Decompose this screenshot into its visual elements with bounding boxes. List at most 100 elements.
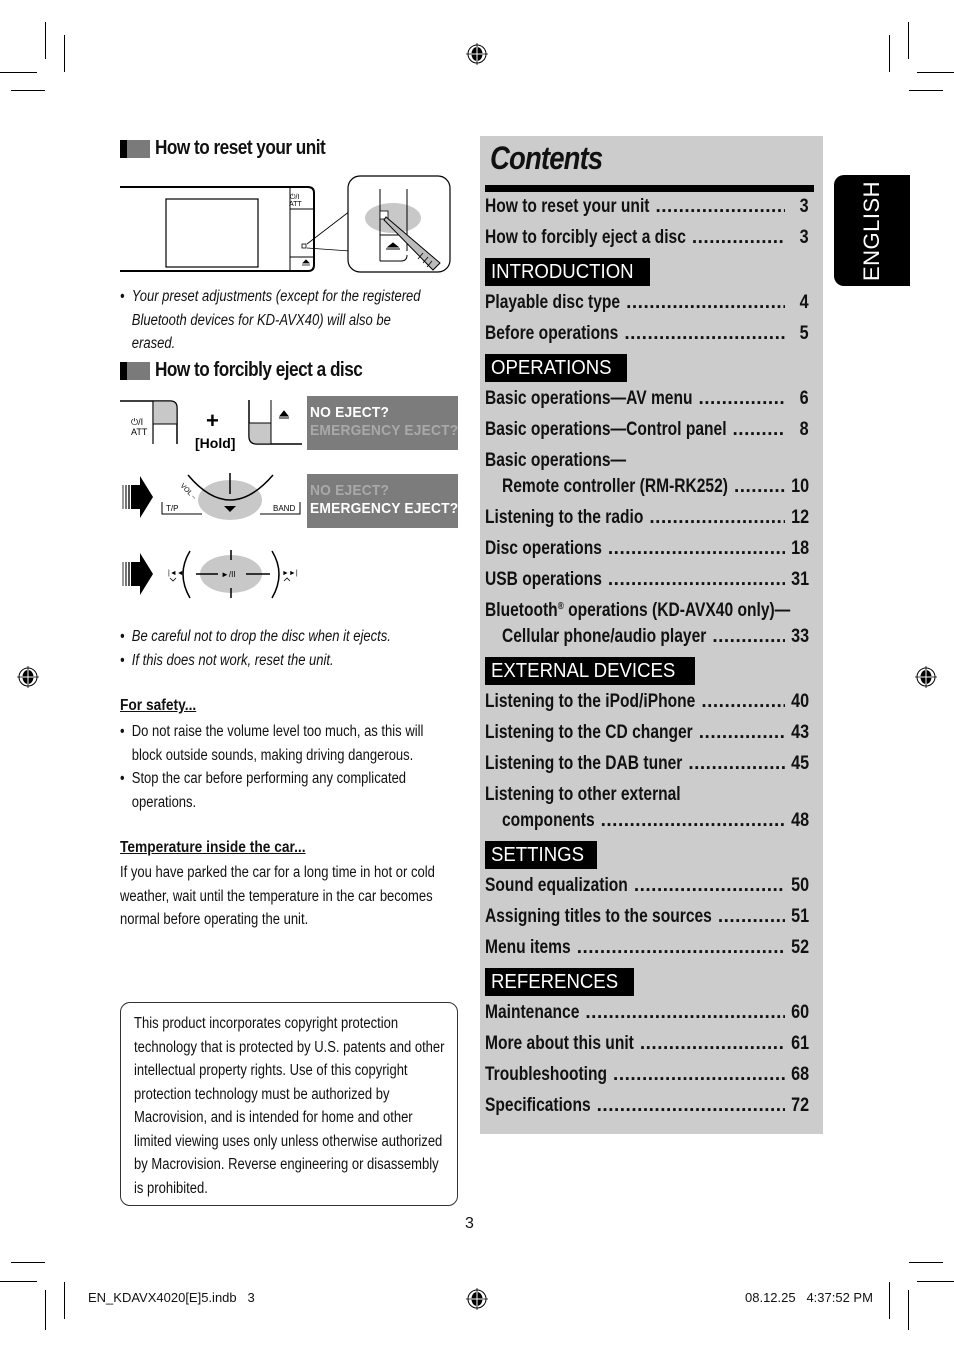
toc-leader-dots: ........................................… [585, 1002, 785, 1023]
toc-page-number: 5 [800, 323, 809, 344]
reset-note: Your preset adjustments (except for the … [120, 285, 431, 356]
toc-entry-label: Disc operations [485, 538, 602, 559]
eject-note: Be careful not to drop the disc when it … [120, 625, 464, 649]
toc-page-number: 10 [791, 476, 809, 497]
toc-page-number: 6 [800, 388, 809, 409]
toc-leader-dots: ........................................… [600, 810, 785, 831]
toc-page-number: 40 [791, 691, 809, 712]
copyright-notice: This product incorporates copyright prot… [120, 1002, 458, 1206]
play-pause-label: ►/II [221, 570, 236, 579]
reset-section-heading: How to reset your unit [120, 137, 353, 160]
copyright-notice-text: This product incorporates copyright prot… [134, 1015, 445, 1197]
toc-entry-label: Before operations [485, 323, 619, 344]
registration-mark-bottom [466, 1288, 488, 1310]
toc-entry[interactable]: Sound equalization......................… [485, 875, 815, 901]
toc-entry[interactable]: Bluetooth® operations (KD-AVX40 only)— [485, 600, 815, 626]
att-label: ATT [289, 201, 302, 208]
eject-step3-illustration: ►/II |◄◄ ►►| [122, 550, 298, 599]
toc-entry[interactable]: Playable disc type......................… [485, 292, 815, 318]
toc-entry[interactable]: Listening to other external [485, 784, 815, 810]
toc-entry[interactable]: More about this unit....................… [485, 1033, 815, 1059]
toc-page-number: 68 [791, 1064, 809, 1085]
page-number: 3 [465, 1215, 474, 1232]
toc-entry[interactable]: Before operations.......................… [485, 323, 815, 349]
safety-note: Do not raise the volume level too much, … [120, 720, 443, 767]
toc-entry-continuation[interactable]: Remote controller (RM-RK252)............… [485, 476, 815, 502]
contents-title: Contents [490, 140, 603, 176]
toc-entry-label: How to forcibly eject a disc [485, 227, 686, 248]
toc-entry-label: components [502, 810, 595, 831]
toc-leader-dots: ........................................… [607, 538, 785, 559]
toc-entry[interactable]: Menu items..............................… [485, 937, 815, 963]
toc-page-number: 8 [800, 419, 809, 440]
toc-entry-label: Basic operations— [485, 450, 627, 471]
toc-entry-label: Remote controller (RM-RK252) [502, 476, 728, 497]
toc-entry[interactable]: Maintenance.............................… [485, 1002, 815, 1028]
toc-entry[interactable]: Listening to the DAB tuner..............… [485, 753, 815, 779]
toc-leader-dots: ........................................… [613, 1064, 785, 1085]
contents-rule [485, 185, 814, 192]
lcd-display-step1: NO EJECT? EMERGENCY EJECT? [307, 396, 458, 450]
footer-timestamp: 08.12.25 4:37:52 PM [745, 1290, 873, 1305]
toc-leader-dots: ........................................… [732, 419, 785, 440]
registration-mark-left [17, 666, 39, 688]
language-tab: ENGLISH [834, 175, 910, 286]
toc-entry-label: Basic operations—Control panel [485, 419, 727, 440]
toc-section-heading: OPERATIONS [485, 354, 627, 382]
arrow-right-icon [122, 553, 153, 595]
toc-entry[interactable]: Listening to the iPod/iPhone............… [485, 691, 815, 717]
toc-leader-dots: ........................................… [691, 227, 785, 248]
toc-page-number: 61 [791, 1033, 809, 1054]
toc-entry-label: Cellular phone/audio player [502, 626, 707, 647]
toc-leader-dots: ........................................… [733, 476, 785, 497]
band-label: BAND [273, 504, 295, 513]
next-track-icon: ►►| [282, 570, 298, 577]
toc-entry-label: Bluetooth® operations (KD-AVX40 only)— [485, 600, 791, 621]
toc-entry-label: USB operations [485, 569, 602, 590]
toc-entry-label: Maintenance [485, 1002, 580, 1023]
toc-entry[interactable]: How to forcibly eject a disc............… [485, 227, 815, 253]
toc-leader-dots: ........................................… [633, 875, 785, 896]
toc-entry[interactable]: Basic operations—Control panel..........… [485, 419, 815, 445]
toc-entry[interactable]: USB operations..........................… [485, 569, 815, 595]
toc-entry-label: Sound equalization [485, 875, 628, 896]
eject-icon [278, 410, 290, 419]
safety-notes: Do not raise the volume level too much, … [120, 720, 465, 814]
toc-entry[interactable]: Disc operations.........................… [485, 538, 815, 564]
toc-leader-dots: ........................................… [698, 722, 785, 743]
toc-entry[interactable]: Listening to the CD changer.............… [485, 722, 815, 748]
toc-page-number: 45 [791, 753, 809, 774]
toc-entry-label: Troubleshooting [485, 1064, 608, 1085]
toc-leader-dots: ........................................… [688, 753, 785, 774]
toc-page-number: 3 [800, 227, 809, 248]
toc-page-number: 18 [791, 538, 809, 559]
toc-entry-label: Listening to the iPod/iPhone [485, 691, 696, 712]
eject-step2-illustration: VOL – T/P BAND [122, 473, 301, 520]
toc-entry[interactable]: Assigning titles to the sources.........… [485, 906, 815, 932]
registration-mark-top [466, 43, 488, 65]
toc-entry[interactable]: Troubleshooting.........................… [485, 1064, 815, 1090]
toc-entry[interactable]: Listening to the radio..................… [485, 507, 815, 533]
toc-entry-label: How to reset your unit [485, 196, 650, 217]
toc-entry-label: Playable disc type [485, 292, 621, 313]
contents-panel: Contents How to reset your unit.........… [480, 136, 823, 1134]
toc-entry-continuation[interactable]: Cellular phone/audio player.............… [485, 626, 815, 652]
toc-leader-dots: ........................................… [626, 292, 785, 313]
toc-page-number: 50 [791, 875, 809, 896]
toc-leader-dots: ........................................… [639, 1033, 785, 1054]
section-marker-icon [120, 139, 150, 158]
toc-entry[interactable]: Basic operations—AV menu................… [485, 388, 815, 414]
toc-entry[interactable]: Specifications..........................… [485, 1095, 815, 1121]
reset-notes: Your preset adjustments (except for the … [120, 285, 465, 356]
toc-entry-continuation[interactable]: components..............................… [485, 810, 815, 836]
prev-track-icon: |◄◄ [168, 570, 184, 577]
toc-entry[interactable]: Basic operations— [485, 450, 815, 476]
toc-leader-dots: ........................................… [655, 196, 785, 217]
toc-leader-dots: ........................................… [717, 906, 785, 927]
toc-page-number: 48 [791, 810, 809, 831]
toc-leader-dots: ........................................… [701, 691, 785, 712]
toc-entry-label: Listening to the CD changer [485, 722, 693, 743]
toc-page-number: 31 [791, 569, 809, 590]
toc-entry[interactable]: How to reset your unit..................… [485, 196, 815, 222]
toc-section-heading: INTRODUCTION [485, 258, 651, 286]
